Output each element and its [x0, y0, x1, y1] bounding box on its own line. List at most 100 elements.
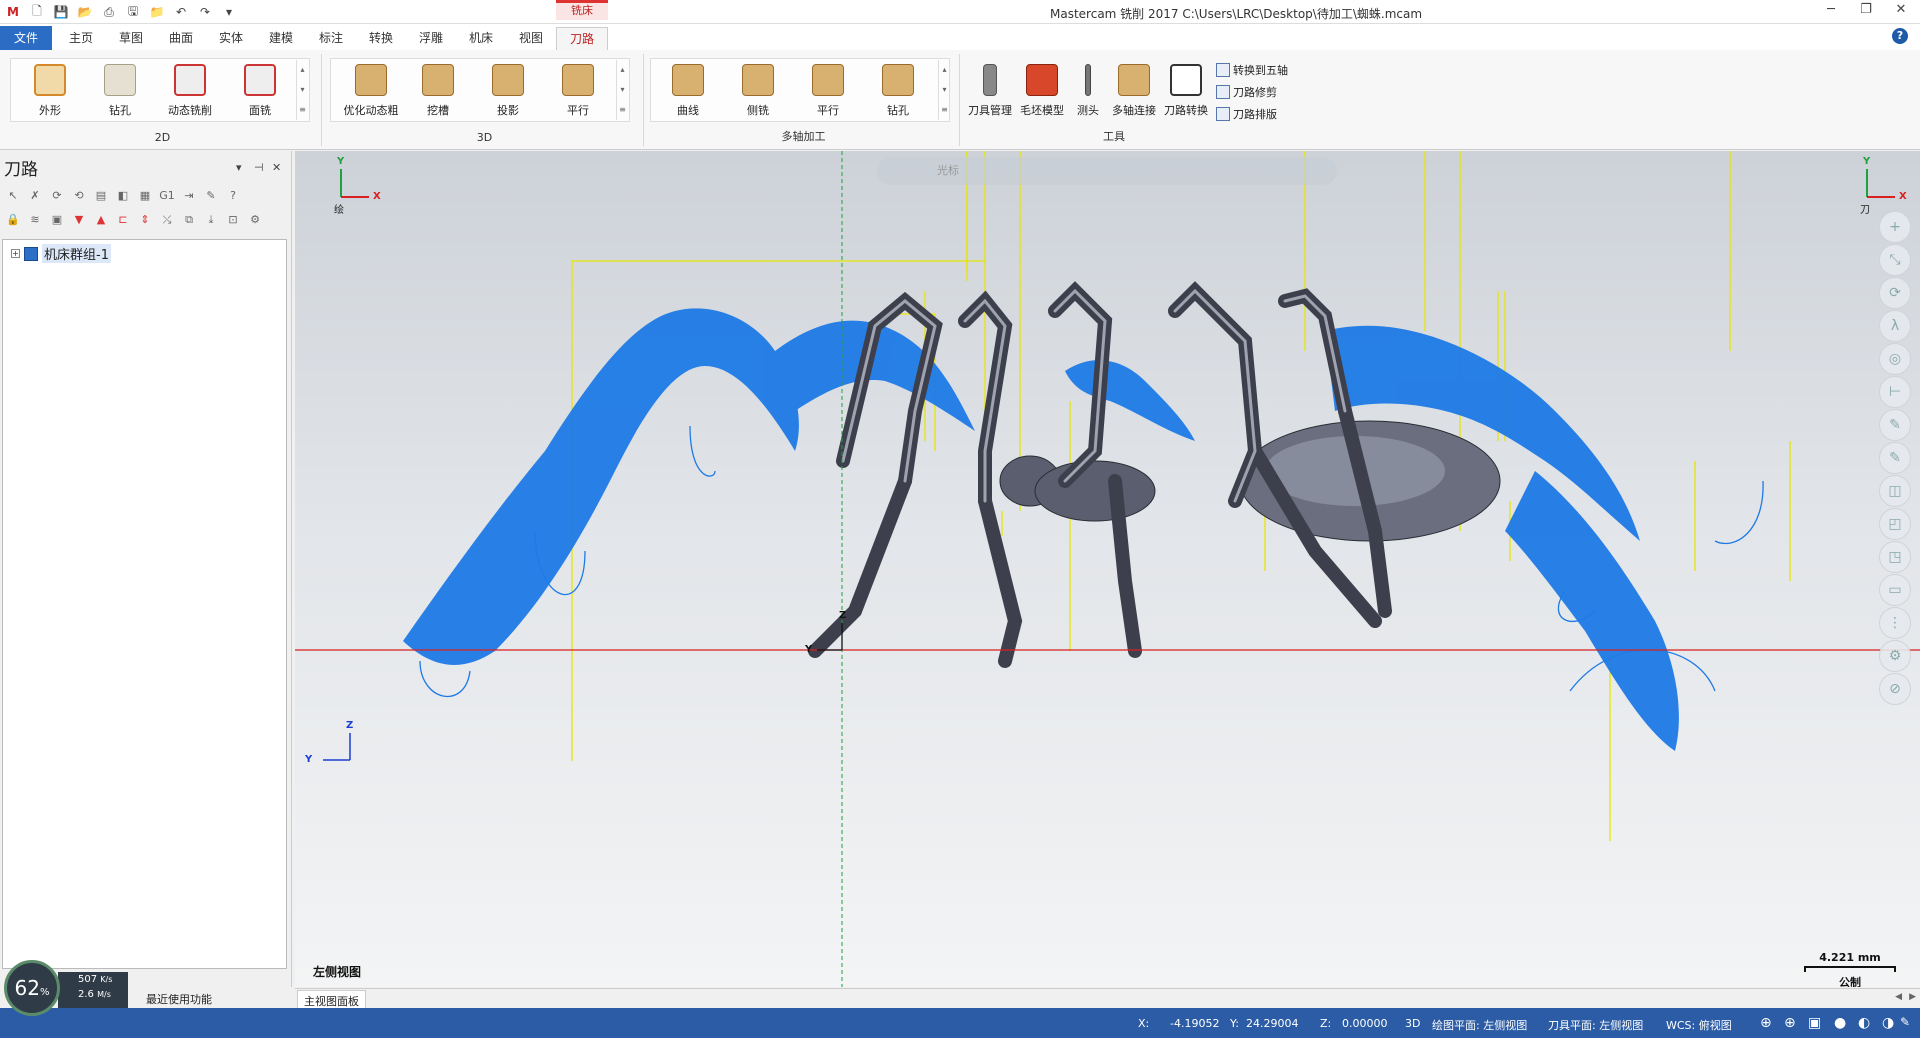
- globe-icon[interactable]: ⊕: [1760, 1015, 1772, 1031]
- undo-icon[interactable]: ↶: [172, 3, 190, 21]
- swarf-tool-button[interactable]: 侧铣: [728, 62, 788, 122]
- tab-sketch[interactable]: 草图: [112, 27, 150, 50]
- tab-machine[interactable]: 机床: [462, 27, 500, 50]
- tab-file[interactable]: 文件: [0, 26, 52, 50]
- view-settings-icon[interactable]: ⚙: [1879, 640, 1911, 672]
- display-toggle-icon[interactable]: ⤓: [202, 211, 220, 229]
- face-mill-tool-button[interactable]: 面铣: [230, 62, 290, 122]
- settings-icon[interactable]: ⚙: [246, 211, 264, 229]
- tab-home[interactable]: 主页: [62, 27, 100, 50]
- regenerate-dirty-icon[interactable]: ⟲: [70, 187, 88, 205]
- sphere-wire-icon[interactable]: ◑: [1882, 1015, 1894, 1031]
- toolpath-transform-button[interactable]: 刀路转换: [1160, 62, 1212, 122]
- gallery-scroll-3d[interactable]: ▴ ▾ ≡: [616, 60, 628, 120]
- pocket-tool-button[interactable]: 挖槽: [408, 62, 468, 122]
- sheet-next-icon[interactable]: ▶: [1909, 992, 1916, 1002]
- wireframe-icon[interactable]: ◳: [1879, 541, 1911, 573]
- tree-node-machine-group[interactable]: + 机床群组-1: [11, 244, 111, 263]
- sphere-shaded-icon[interactable]: ●: [1834, 1015, 1846, 1031]
- panel-menu-icon[interactable]: ▾: [236, 161, 242, 174]
- probe-button[interactable]: 测头: [1068, 62, 1108, 122]
- view-sheet-icon[interactable]: ◎: [1879, 343, 1911, 375]
- dimension-icon[interactable]: ✎: [1879, 409, 1911, 441]
- section-icon[interactable]: ▭: [1879, 574, 1911, 606]
- scroll-to-insert-icon[interactable]: ⇕: [136, 211, 154, 229]
- verify-icon[interactable]: ◧: [114, 187, 132, 205]
- zoom-in-icon[interactable]: +: [1879, 211, 1911, 243]
- dynamic-mill-tool-button[interactable]: 动态铣削: [160, 62, 220, 122]
- merge-icon[interactable]: 📁: [148, 3, 166, 21]
- tab-annotate[interactable]: 标注: [312, 27, 350, 50]
- rotate-icon[interactable]: ⟳: [1879, 277, 1911, 309]
- parallel-multiaxis-tool-button[interactable]: 平行: [798, 62, 858, 122]
- move-up-icon[interactable]: ▲: [92, 211, 110, 229]
- opti-rough-tool-button[interactable]: 优化动态粗: [336, 62, 406, 122]
- cube-icon[interactable]: ▣: [1808, 1015, 1821, 1031]
- insert-arrow-icon[interactable]: ⊏: [114, 211, 132, 229]
- parallel-3d-tool-button[interactable]: 平行: [548, 62, 608, 122]
- tool-manager-button[interactable]: 刀具管理: [964, 62, 1016, 122]
- pin-icon[interactable]: ⊣: [254, 161, 264, 174]
- drill-2d-tool-button[interactable]: 钻孔: [90, 62, 150, 122]
- shading-icon[interactable]: ◫: [1879, 475, 1911, 507]
- tab-toolpaths[interactable]: 刀路: [556, 27, 608, 50]
- measure-icon[interactable]: ⊢: [1879, 376, 1911, 408]
- display-selected-icon[interactable]: ⤯: [158, 211, 176, 229]
- gallery-scroll-multiaxis[interactable]: ▴ ▾ ≡: [938, 60, 950, 120]
- backplot-icon[interactable]: ▤: [92, 187, 110, 205]
- post-g1-icon[interactable]: G1: [158, 187, 176, 205]
- simulate-icon[interactable]: ▦: [136, 187, 154, 205]
- pen-icon[interactable]: ✎: [1900, 1015, 1910, 1029]
- status-tool-plane[interactable]: 刀具平面: 左侧视图: [1548, 1017, 1643, 1033]
- tab-view[interactable]: 视图: [512, 27, 550, 50]
- move-down-icon[interactable]: ▼: [70, 211, 88, 229]
- help-icon[interactable]: ?: [1892, 28, 1908, 44]
- contour-tool-button[interactable]: 外形: [20, 62, 80, 122]
- lock-icon[interactable]: 🔒: [4, 211, 22, 229]
- filter-icon[interactable]: ⋮: [1879, 607, 1911, 639]
- convert-to-5axis-button[interactable]: 转换到五轴: [1216, 60, 1288, 80]
- stock-display-icon[interactable]: ⊡: [224, 211, 242, 229]
- project-tool-button[interactable]: 投影: [478, 62, 538, 122]
- select-all-icon[interactable]: ↖: [4, 187, 22, 205]
- select-invalid-icon[interactable]: ✗: [26, 187, 44, 205]
- save-as-icon[interactable]: 🖫: [124, 3, 142, 21]
- curve-multiaxis-tool-button[interactable]: 曲线: [658, 62, 718, 122]
- cursor-mode-label[interactable]: 光标: [937, 164, 959, 177]
- annotate-icon[interactable]: ✎: [1879, 442, 1911, 474]
- highfeed-icon[interactable]: ⇥: [180, 187, 198, 205]
- nesting-button[interactable]: 刀路排版: [1216, 104, 1277, 124]
- customize-qa-icon[interactable]: ▾: [220, 3, 238, 21]
- status-mode[interactable]: 3D: [1405, 1017, 1420, 1030]
- graphics-viewport[interactable]: Y X 绘 Y X 刀 Z Y Z Y 光标 + ⤡ ⟳ λ ◎ ⊢ ✎ ✎ ◫…: [295, 151, 1920, 987]
- minimize-button[interactable]: ─: [1816, 2, 1846, 22]
- globe-alt-icon[interactable]: ⊕: [1784, 1015, 1796, 1031]
- toggle-post-icon[interactable]: ▣: [48, 211, 66, 229]
- status-draw-plane[interactable]: 绘图平面: 左侧视图: [1432, 1017, 1527, 1033]
- drill-multiaxis-tool-button[interactable]: 钻孔: [868, 62, 928, 122]
- tab-surface[interactable]: 曲面: [162, 27, 200, 50]
- stock-model-button[interactable]: 毛坯模型: [1016, 62, 1068, 122]
- tab-relief[interactable]: 浮雕: [412, 27, 450, 50]
- new-file-icon[interactable]: 🗋: [28, 3, 46, 21]
- recent-functions-tab[interactable]: 最近使用功能: [146, 991, 212, 1007]
- analyze-icon[interactable]: λ: [1879, 310, 1911, 342]
- tab-transform[interactable]: 转换: [362, 27, 400, 50]
- restore-button[interactable]: ❐: [1851, 2, 1881, 22]
- print-icon[interactable]: ⎙: [100, 3, 118, 21]
- expand-icon[interactable]: +: [11, 249, 20, 258]
- display-toolpath-icon[interactable]: ⧉: [180, 211, 198, 229]
- panel-help-icon[interactable]: ?: [224, 187, 242, 205]
- network-monitor-widget[interactable]: 507 K/s 2.6 M/s 62%: [4, 960, 128, 1016]
- clear-icon[interactable]: ⊘: [1879, 673, 1911, 705]
- regenerate-icon[interactable]: ⟳: [48, 187, 66, 205]
- multiaxis-linking-button[interactable]: 多轴连接: [1108, 62, 1160, 122]
- panel-close-icon[interactable]: ✕: [272, 161, 281, 174]
- save-icon[interactable]: 💾: [52, 3, 70, 21]
- tab-solid[interactable]: 实体: [212, 27, 250, 50]
- sphere-icon[interactable]: ◐: [1858, 1015, 1870, 1031]
- open-folder-icon[interactable]: 📂: [76, 3, 94, 21]
- toggle-display-icon[interactable]: ≋: [26, 211, 44, 229]
- redo-icon[interactable]: ↷: [196, 3, 214, 21]
- zoom-fit-icon[interactable]: ⤡: [1879, 244, 1911, 276]
